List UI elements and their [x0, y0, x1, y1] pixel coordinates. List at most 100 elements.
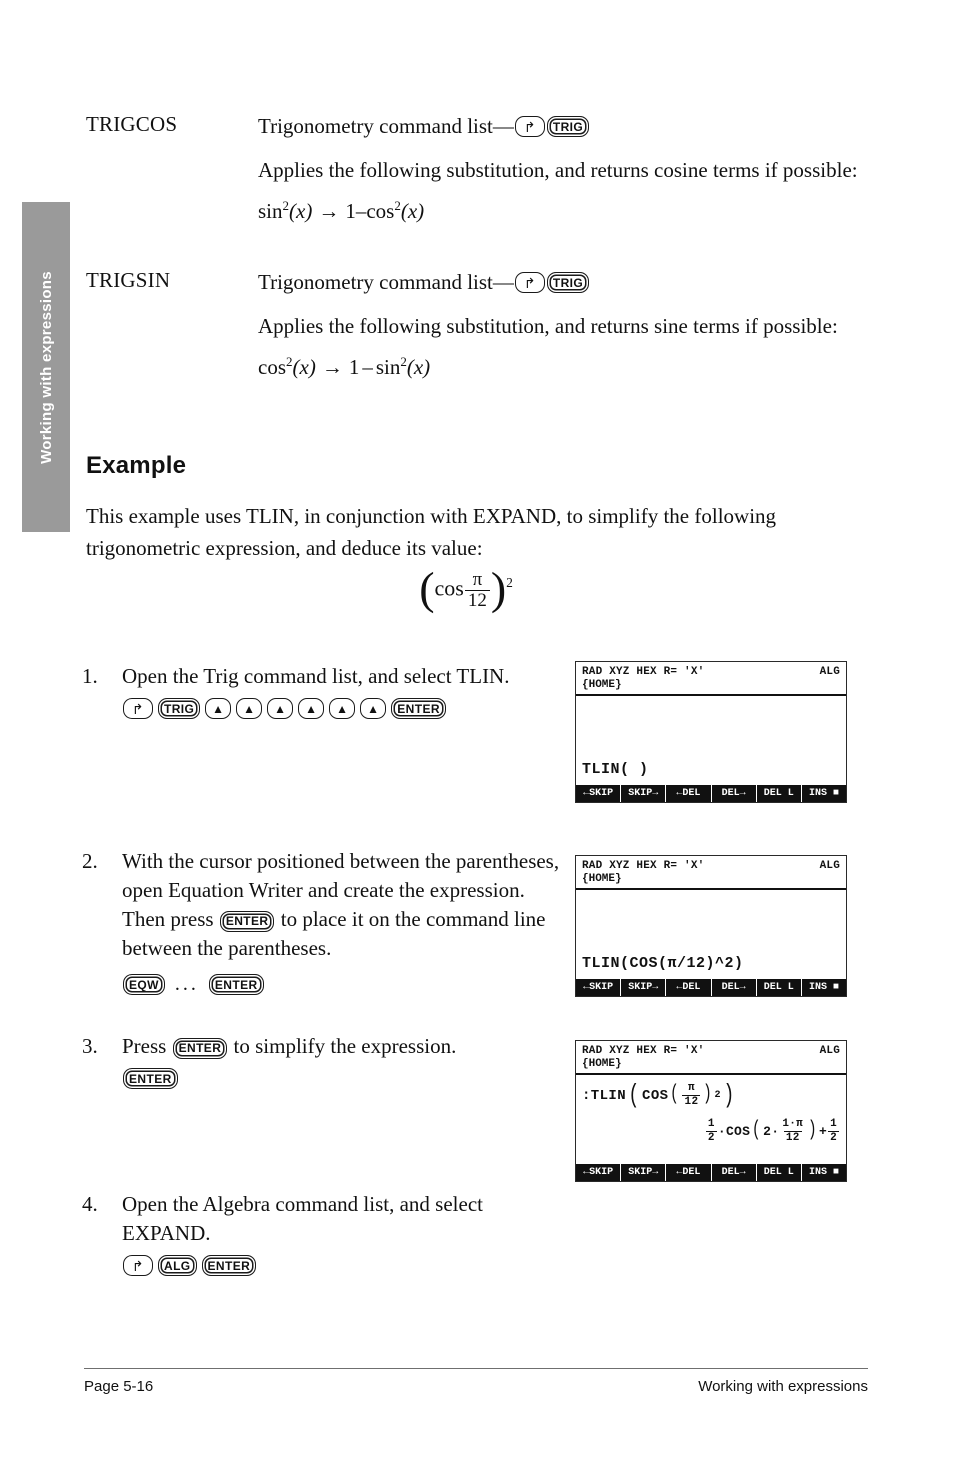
softkey-del-left[interactable]: ←DEL: [666, 1164, 712, 1181]
enter-key-icon[interactable]: ENTER: [208, 974, 264, 995]
softkey-skip-left[interactable]: ←SKIP: [576, 785, 622, 802]
softkey-skip-left[interactable]: ←SKIP: [576, 979, 622, 996]
step-4-number: 4.: [82, 1192, 98, 1216]
page-footer: Page 5-16 Working with expressions: [84, 1378, 868, 1395]
softkey-del-line[interactable]: DEL L: [756, 785, 802, 802]
step-4-text: Open the Algebra command list, and selec…: [122, 1192, 483, 1245]
trig-key-icon[interactable]: TRIG: [158, 698, 201, 719]
screen-3-result-inner-numerator: 1·π: [782, 1118, 804, 1130]
softkey-del-line[interactable]: DEL L: [756, 1164, 802, 1181]
open-paren: (: [628, 1080, 640, 1111]
screen-2-home-path: {HOME}: [582, 873, 622, 885]
open-paren: (: [752, 1119, 762, 1143]
step-3-text-b: to simplify the expression.: [228, 1034, 457, 1058]
screen-3-result-inner-denominator: 12: [783, 1131, 802, 1144]
multiply-dot: ·: [717, 1124, 726, 1139]
screen-1-stack-area: TLIN( ): [576, 696, 846, 780]
trig-key-icon[interactable]: TRIG: [546, 116, 590, 137]
formula-rhs-fn: cos: [366, 199, 395, 223]
formula-lhs-fn: sin: [258, 199, 283, 223]
calculator-screen-3: RAD XYZ HEX R= 'X' ALG {HOME} :TLIN(COS(…: [575, 1040, 847, 1182]
command-description-trigcos: Applies the following substitution, and …: [258, 158, 858, 182]
enter-key-icon[interactable]: ENTER: [201, 1255, 257, 1276]
softkey-del-left[interactable]: ←DEL: [666, 979, 712, 996]
enter-key-icon[interactable]: ENTER: [391, 698, 446, 719]
softkey-del-right[interactable]: DEL→: [711, 1164, 757, 1181]
up-arrow-key-icon[interactable]: ▲: [267, 698, 294, 719]
close-paren: ): [490, 562, 507, 614]
screen-3-status-left: RAD XYZ HEX R= 'X': [582, 1045, 705, 1057]
step-2: 2. With the cursor positioned between th…: [82, 847, 562, 999]
calculator-screen-1: RAD XYZ HEX R= 'X' ALG {HOME} TLIN( ) ←S…: [575, 661, 847, 803]
command-formula-trigsin: cos2(x) → 1– sin2(x): [258, 354, 898, 380]
screen-3-status-area: RAD XYZ HEX R= 'X' ALG {HOME}: [576, 1041, 846, 1075]
softkey-del-left[interactable]: ←DEL: [666, 785, 712, 802]
up-arrow-key-icon[interactable]: ▲: [236, 698, 263, 719]
trig-key-icon[interactable]: TRIG: [546, 272, 590, 293]
chapter-side-tab-label: Working with expressions: [37, 270, 55, 464]
footer-chapter-name: Working with expressions: [698, 1378, 868, 1395]
softkey-del-line[interactable]: DEL L: [756, 979, 802, 996]
softkey-del-right[interactable]: DEL→: [711, 979, 757, 996]
screen-1-home-path: {HOME}: [582, 679, 622, 691]
screen-3-expr-fraction: π 12: [682, 1083, 701, 1108]
softkey-insert[interactable]: INS ■: [801, 785, 846, 802]
command-description-trigsin: Applies the following substitution, and …: [258, 314, 838, 338]
command-source-line-trigsin: Trigonometry command list— ↱ TRIG: [258, 268, 898, 297]
step-1-key-sequence: ↱ TRIG ▲ ▲ ▲ ▲ ▲ ▲ ENTER: [122, 698, 552, 719]
up-arrow-key-icon[interactable]: ▲: [360, 698, 387, 719]
alg-key-icon[interactable]: ALG: [158, 1255, 197, 1276]
eqw-key-icon[interactable]: EQW: [123, 974, 165, 995]
screen-3-status-line: RAD XYZ HEX R= 'X' ALG: [582, 1045, 840, 1058]
right-shift-key-icon[interactable]: ↱: [514, 272, 545, 293]
command-source-line-trigcos: Trigonometry command list— ↱ TRIG: [258, 112, 878, 141]
right-shift-key-icon[interactable]: ↱: [514, 116, 545, 137]
softkey-insert[interactable]: INS ■: [801, 1164, 846, 1181]
softkey-insert[interactable]: INS ■: [801, 979, 846, 996]
step-1-text: Open the Trig command list, and select T…: [122, 664, 510, 688]
step-1: 1. Open the Trig command list, and selec…: [82, 662, 552, 719]
enter-key-icon[interactable]: ENTER: [219, 910, 275, 932]
softkey-skip-left[interactable]: ←SKIP: [576, 1164, 622, 1181]
step-2-key-sequence: EQW ... ENTER: [122, 970, 562, 999]
command-entry-trigcos: TRIGCOS Trigonometry command list— ↱ TRI…: [86, 112, 886, 224]
screen-3-expr-denominator: 12: [682, 1095, 701, 1108]
softkey-skip-right[interactable]: SKIP→: [621, 979, 667, 996]
up-arrow-key-icon[interactable]: ▲: [205, 698, 232, 719]
step-3-text-a: Press: [122, 1034, 172, 1058]
right-shift-key-icon[interactable]: ↱: [123, 698, 153, 719]
open-paren: (: [419, 562, 435, 614]
step-4-key-sequence: ↱ ALG ENTER: [122, 1255, 552, 1276]
screen-3-result-fn: COS: [725, 1124, 751, 1139]
command-formula-trigcos: sin2(x) → 1–cos2(x): [258, 198, 878, 224]
enter-key-icon[interactable]: ENTER: [123, 1068, 178, 1089]
screen-2-status-left: RAD XYZ HEX R= 'X': [582, 860, 705, 872]
display-formula-denominator: 12: [464, 589, 490, 611]
formula-rhs-fn: sin: [375, 355, 401, 379]
formula-rhs-op: –: [355, 199, 367, 223]
up-arrow-key-icon[interactable]: ▲: [298, 698, 325, 719]
softkey-skip-right[interactable]: SKIP→: [621, 1164, 667, 1181]
chapter-side-tab: Working with expressions: [22, 202, 70, 532]
formula-rhs-pre: 1: [345, 199, 356, 223]
screen-3-result-half: 12: [705, 1118, 717, 1144]
formula-rhs-arg: (x): [406, 355, 431, 379]
step-4: 4. Open the Algebra command list, and se…: [82, 1190, 552, 1276]
screen-2-status-area: RAD XYZ HEX R= 'X' ALG {HOME}: [576, 856, 846, 890]
screen-2-status-line: RAD XYZ HEX R= 'X' ALG: [582, 860, 840, 873]
document-page: Working with expressions TRIGCOS Trigono…: [0, 0, 954, 1464]
enter-key-icon[interactable]: ENTER: [172, 1037, 228, 1059]
step-3: 3. Press ENTER to simplify the expressio…: [82, 1032, 552, 1089]
softkey-del-right[interactable]: DEL→: [711, 785, 757, 802]
open-paren: (: [670, 1083, 680, 1107]
softkey-skip-right[interactable]: SKIP→: [621, 785, 667, 802]
screen-1-status-left: RAD XYZ HEX R= 'X': [582, 666, 705, 678]
up-arrow-key-icon[interactable]: ▲: [329, 698, 356, 719]
command-name-trigsin: TRIGSIN: [86, 268, 171, 292]
right-shift-key-icon[interactable]: ↱: [123, 1255, 153, 1276]
screen-3-result-half-numerator: 1: [707, 1118, 715, 1130]
step-2-number: 2.: [82, 849, 98, 873]
formula-rhs-pre: 1: [348, 355, 360, 379]
screen-3-result-plus: +: [818, 1124, 828, 1139]
formula-lhs-arg: (x): [289, 199, 313, 223]
